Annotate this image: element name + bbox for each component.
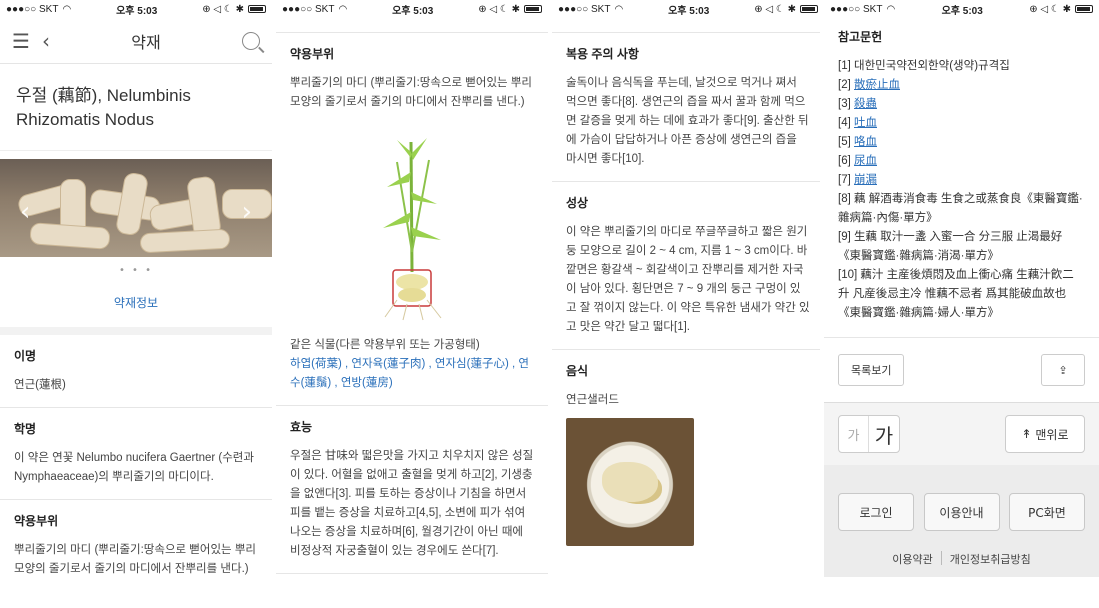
carrier: ●●●○○ SKT xyxy=(830,3,883,15)
reference-link[interactable]: 咯血 xyxy=(854,136,877,148)
reference-item: [8] 藕 解酒毒消食毒 生食之或蒸食良《東醫寶鑑·雜病篇·內傷·單方》 xyxy=(838,193,1083,224)
status-bar: ●●●○○ SKT ◠ 오후 5:03 ⊕ ◁ ☾ ✱ xyxy=(276,0,548,18)
panel-3: ●●●○○ SKT ◠ 오후 5:03 ⊕ ◁ ☾ ✱ 복용 주의 사항 술독이나… xyxy=(552,0,824,608)
panel-1: ●●●○○ SKT ◠ 오후 5:03 ⊕ ◁ ☾ ✱ ☰ ‹ 약재 우절 (藕節… xyxy=(0,0,272,608)
panel-4: ●●●○○ SKT ◠ 오후 5:03 ⊕ ◁ ☾ ✱ 참고문헌 [1] 대한민국… xyxy=(824,0,1099,608)
menu-icon[interactable]: ☰ xyxy=(12,29,30,53)
same-plant-links[interactable]: 하엽(荷葉) , 연자육(蓮子肉) , 연자심(蓮子心) , 연수(蓮鬚) , … xyxy=(290,355,534,393)
alias-body: 연근(蓮根) xyxy=(0,372,272,408)
status-icons: ⊕ ◁ ☾ ✱ xyxy=(754,3,796,15)
footer: 로그인 이용안내 PC화면 이용약관 개인정보취급방침 xyxy=(824,465,1099,577)
status-bar: ●●●○○ SKT ◠ 오후 5:03 ⊕ ◁ ☾ ✱ xyxy=(0,0,272,18)
reference-item: [1] 대한민국약전외한약(생약)규격집 xyxy=(838,60,1010,72)
font-controls: 가 가 ↟ 맨위로 xyxy=(824,403,1099,465)
wifi-icon: ◠ xyxy=(62,3,72,15)
list-share-row: 목록보기 ⇪ xyxy=(824,338,1099,403)
clock: 오후 5:03 xyxy=(116,5,158,17)
reference-link[interactable]: 崩漏 xyxy=(854,174,877,186)
privacy-link[interactable]: 개인정보취급방침 xyxy=(950,551,1031,567)
panel-2: ●●●○○ SKT ◠ 오후 5:03 ⊕ ◁ ☾ ✱ 약용부위 뿌리줄기의 마디… xyxy=(276,0,548,608)
caution-heading: 복용 주의 사항 xyxy=(566,47,639,61)
scroll-top-button[interactable]: ↟ 맨위로 xyxy=(1005,415,1085,453)
reference-item: [9] 生藕 取汁一盞 入蜜一合 分三服 止渴最好《東醫寶鑑·雜病篇·消渴·單方… xyxy=(838,231,1063,262)
share-icon[interactable]: ⇪ xyxy=(1041,354,1085,386)
guide-button[interactable]: 이용안내 xyxy=(923,493,1000,531)
alias-heading: 이명 xyxy=(14,349,37,363)
reference-item: [3] 殺蟲 xyxy=(838,98,877,110)
reference-link[interactable]: 吐血 xyxy=(854,117,877,129)
login-button[interactable]: 로그인 xyxy=(838,493,914,531)
same-plant-block: 같은 식물(다른 약용부위 또는 가공형태) 하엽(荷葉) , 연자육(蓮子肉)… xyxy=(276,336,548,406)
carousel-dots: • • • xyxy=(118,265,154,276)
battery-icon xyxy=(524,5,542,13)
food-heading: 음식 xyxy=(566,364,589,378)
font-big-button[interactable]: 가 xyxy=(869,416,899,452)
font-size-toggle: 가 가 xyxy=(838,415,900,453)
carrier: ●●●○○ SKT xyxy=(6,3,59,15)
reference-link[interactable]: 尿血 xyxy=(854,155,877,167)
status-icons: ⊕ ◁ ☾ ✱ xyxy=(202,3,244,15)
reference-item: [2] 散瘀止血 xyxy=(838,79,900,91)
food-photo[interactable] xyxy=(566,418,694,546)
root-photo-piece xyxy=(114,171,150,237)
shape-body: 이 약은 뿌리줄기의 마디로 쭈글쭈글하고 짧은 원기둥 모양으로 길이 2 ~… xyxy=(552,219,824,350)
battery-icon xyxy=(800,5,818,13)
shape-heading: 성상 xyxy=(566,196,589,210)
effect-body: 우절은 甘味와 떫은맛을 가지고 치우치지 않은 성질이 있다. 어혈을 없애고… xyxy=(276,443,548,574)
list-button[interactable]: 목록보기 xyxy=(838,354,905,386)
reference-item: [5] 咯血 xyxy=(838,136,877,148)
wifi-icon: ◠ xyxy=(338,3,348,15)
carrier: ●●●○○ SKT xyxy=(558,3,611,15)
clock: 오후 5:03 xyxy=(941,5,983,17)
status-icons: ⊕ ◁ ☾ ✱ xyxy=(1029,3,1071,15)
battery-icon xyxy=(1075,5,1093,13)
herb-photo-carousel[interactable]: ‹ › xyxy=(0,159,272,257)
same-plant-label: 같은 식물(다른 약용부위 또는 가공형태) xyxy=(290,339,480,351)
arrow-up-icon: ↟ xyxy=(1021,427,1036,441)
scroll-top-label: 맨위로 xyxy=(1035,427,1069,442)
plant-illustration xyxy=(367,132,457,322)
clock: 오후 5:03 xyxy=(392,5,434,17)
divider xyxy=(940,551,942,565)
battery-icon xyxy=(248,5,266,13)
wifi-icon: ◠ xyxy=(886,3,896,15)
pc-view-button[interactable]: PC화면 xyxy=(1009,493,1085,531)
references-list: [1] 대한민국약전외한약(생약)규격집 [2] 散瘀止血 [3] 殺蟲 [4]… xyxy=(824,53,1099,338)
scientific-name-body: 이 약은 연꽃 Nelumbo nucifera Gaertner (수련과 N… xyxy=(0,445,272,500)
caution-body: 술독이나 음식독을 푸는데, 날것으로 먹거나 쪄서 먹으면 좋다[8]. 생연… xyxy=(552,70,824,182)
footer-links: 이용약관 개인정보취급방침 xyxy=(838,551,1085,567)
scientific-name-heading: 학명 xyxy=(14,422,37,436)
reference-item: [7] 崩漏 xyxy=(838,174,877,186)
reference-item: [6] 尿血 xyxy=(838,155,877,167)
medicinal-part-body: 뿌리줄기의 마디 (뿌리줄기:땅속으로 뻗어있는 뿌리모양의 줄기로서 줄기의 … xyxy=(290,77,532,108)
reference-item: [4] 吐血 xyxy=(838,117,877,129)
effect-heading: 효능 xyxy=(290,420,313,434)
status-bar: ●●●○○ SKT ◠ 오후 5:03 ⊕ ◁ ☾ ✱ xyxy=(552,0,824,18)
carrier: ●●●○○ SKT xyxy=(282,3,335,15)
wifi-icon: ◠ xyxy=(614,3,624,15)
herb-info-link[interactable]: 약재정보 xyxy=(0,276,272,335)
navbar: ☰ ‹ 약재 xyxy=(0,18,272,64)
medicinal-part-body: 뿌리줄기의 마디 (뿌리줄기:땅속으로 뻗어있는 뿌리모양의 줄기로서 줄기의 … xyxy=(14,544,256,575)
clock: 오후 5:03 xyxy=(668,5,710,17)
reference-link[interactable]: 散瘀止血 xyxy=(854,79,900,91)
search-icon[interactable] xyxy=(241,31,260,50)
medicinal-part-heading: 약용부위 xyxy=(290,47,335,61)
reference-item: [10] 藕汁 主産後煩悶及血上衝心痛 生藕汁飮二升 凡産後忌主冷 惟藕不忌者 … xyxy=(838,269,1074,319)
status-bar: ●●●○○ SKT ◠ 오후 5:03 ⊕ ◁ ☾ ✱ xyxy=(824,0,1099,18)
medicinal-part-heading: 약용부위 xyxy=(14,514,59,528)
reference-link[interactable]: 殺蟲 xyxy=(854,98,877,110)
root-photo-piece xyxy=(29,222,111,250)
carousel-prev-icon[interactable]: ‹ xyxy=(20,197,30,227)
herb-title: 우절 (藕節), Nelumbinis Rhizomatis Nodus xyxy=(0,64,272,151)
root-photo-piece xyxy=(139,228,231,254)
terms-link[interactable]: 이용약관 xyxy=(892,551,932,567)
font-small-button[interactable]: 가 xyxy=(839,416,869,452)
references-heading: 참고문헌 xyxy=(838,30,883,44)
carousel-next-icon[interactable]: › xyxy=(242,197,252,227)
back-icon[interactable]: ‹ xyxy=(42,29,50,53)
status-icons: ⊕ ◁ ☾ ✱ xyxy=(478,3,520,15)
food-name: 연근샐러드 xyxy=(566,394,619,406)
page-title: 약재 xyxy=(131,34,161,52)
